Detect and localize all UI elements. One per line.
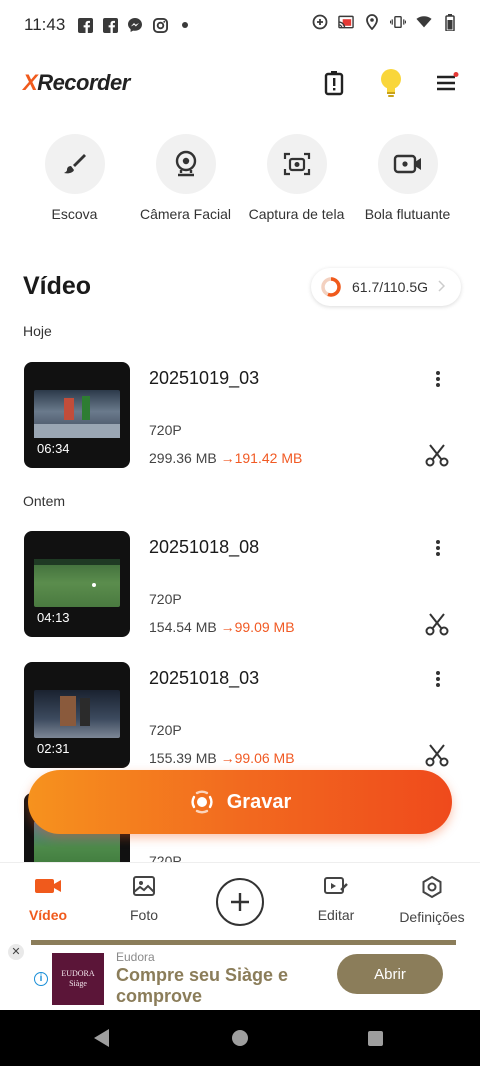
more-options-icon[interactable] xyxy=(428,535,448,561)
notification-icons xyxy=(77,17,193,33)
app-header: XRecorder xyxy=(0,62,480,106)
thumbnail-image xyxy=(34,390,120,438)
screenshot-icon[interactable] xyxy=(266,134,327,194)
bottom-navigation: Vídeo Foto Editar Definições xyxy=(0,862,480,940)
tool-brush[interactable]: Escova xyxy=(19,134,130,222)
system-navigation-bar xyxy=(0,1010,480,1066)
record-label: Gravar xyxy=(226,790,292,813)
messenger-icon xyxy=(127,17,143,33)
video-item[interactable]: 04:13 20251018_08 720P 154.54 MB →99.09 … xyxy=(0,531,480,637)
recent-apps-icon[interactable] xyxy=(368,1031,383,1046)
close-icon[interactable]: ✕ xyxy=(8,944,24,960)
back-icon[interactable] xyxy=(94,1029,109,1047)
facebook-icon xyxy=(102,17,118,33)
video-thumbnail[interactable]: 02:31 xyxy=(24,662,130,768)
video-item[interactable]: 02:31 20251018_03 720P 155.39 MB →99.06 … xyxy=(0,662,480,768)
storage-indicator[interactable]: 61.7/110.5G xyxy=(311,268,461,306)
menu-icon[interactable] xyxy=(432,68,462,98)
ad-open-button[interactable]: Abrir xyxy=(337,954,443,994)
video-name: 20251019_03 xyxy=(149,368,260,388)
storage-text: 61.7/110.5G xyxy=(352,279,429,295)
more-options-icon[interactable] xyxy=(428,366,448,392)
day-label: Ontem xyxy=(23,493,66,509)
nav-video[interactable]: Vídeo xyxy=(8,875,88,923)
photo-icon xyxy=(133,876,155,896)
tool-label: Câmera Facial xyxy=(139,206,232,222)
section-title: Vídeo xyxy=(23,272,92,300)
add-icon[interactable] xyxy=(216,878,264,926)
tool-screenshot[interactable]: Captura de tela xyxy=(241,134,352,222)
nav-settings[interactable]: Definições xyxy=(392,875,472,925)
video-thumbnail[interactable]: 06:34 xyxy=(24,362,130,468)
status-time: 11:43 xyxy=(24,15,66,34)
location-icon xyxy=(364,14,380,30)
data-saver-icon xyxy=(312,14,328,30)
video-size: 155.39 MB →99.06 MB xyxy=(149,750,295,766)
facebook-icon xyxy=(77,17,93,33)
app-logo: XRecorder xyxy=(23,70,130,95)
nav-photo[interactable]: Foto xyxy=(104,875,184,923)
nav-label: Editar xyxy=(317,907,355,923)
video-name: 20251018_03 xyxy=(149,668,260,688)
info-icon[interactable]: i xyxy=(34,972,48,986)
floating-camera-icon[interactable] xyxy=(377,134,438,194)
video-resolution: 720P xyxy=(149,722,182,738)
battery-icon xyxy=(442,13,458,31)
status-bar: 11:43 xyxy=(0,0,480,50)
tool-floating-ball[interactable]: Bola flutuante xyxy=(352,134,463,222)
video-icon xyxy=(35,879,61,893)
video-resolution: 720P xyxy=(149,853,182,862)
more-options-icon[interactable] xyxy=(428,666,448,692)
ad-logo: EUDORA Siàge xyxy=(52,953,104,1005)
storage-ring-icon xyxy=(321,277,341,297)
scissors-icon[interactable] xyxy=(424,742,450,768)
brush-icon[interactable] xyxy=(44,134,105,194)
cast-icon xyxy=(338,14,354,30)
battery-alert-icon[interactable] xyxy=(319,68,349,98)
day-label: Hoje xyxy=(23,323,52,339)
home-icon[interactable] xyxy=(232,1030,248,1046)
vibrate-icon xyxy=(390,14,406,30)
thumbnail-image xyxy=(34,559,120,607)
record-button[interactable]: Gravar xyxy=(28,770,452,834)
video-item[interactable]: 06:34 20251019_03 720P 299.36 MB →191.42… xyxy=(0,362,480,468)
scissors-icon[interactable] xyxy=(424,611,450,637)
video-name: 20251018_08 xyxy=(149,537,260,557)
nav-label: Vídeo xyxy=(28,907,68,923)
tool-label: Escova xyxy=(51,206,98,222)
record-icon xyxy=(191,790,213,814)
tool-facecam[interactable]: Câmera Facial xyxy=(130,134,241,222)
video-resolution: 720P xyxy=(149,591,182,607)
ad-headline: Compre seu Siàge e comprove xyxy=(116,965,289,1006)
ad-banner[interactable]: ✕ i EUDORA Siàge Eudora Compre seu Siàge… xyxy=(0,940,480,1010)
nav-label: Foto xyxy=(129,907,158,923)
wifi-icon xyxy=(416,14,432,30)
quick-tools: Escova Câmera Facial Captura de tela Bol… xyxy=(0,134,480,222)
tool-label: Bola flutuante xyxy=(364,206,451,222)
video-size: 154.54 MB →99.09 MB xyxy=(149,619,295,635)
nav-label: Definições xyxy=(399,909,465,925)
ad-divider xyxy=(31,940,456,945)
video-thumbnail[interactable]: 04:13 xyxy=(24,531,130,637)
scissors-icon[interactable] xyxy=(424,442,450,468)
video-size: 299.36 MB →191.42 MB xyxy=(149,450,303,466)
video-duration: 06:34 xyxy=(37,441,70,456)
video-duration: 02:31 xyxy=(37,741,70,756)
tool-label: Captura de tela xyxy=(248,206,345,222)
video-duration: 04:13 xyxy=(37,610,70,625)
dot-icon xyxy=(177,17,193,33)
video-resolution: 720P xyxy=(149,422,182,438)
nav-edit[interactable]: Editar xyxy=(296,875,376,923)
system-status-icons xyxy=(312,13,458,31)
instagram-icon xyxy=(152,17,168,33)
settings-icon xyxy=(422,875,442,899)
thumbnail-image xyxy=(34,690,120,738)
chevron-right-icon xyxy=(438,279,446,295)
ad-brand: Eudora xyxy=(116,950,155,964)
edit-icon xyxy=(324,877,348,894)
webcam-icon[interactable] xyxy=(155,134,216,194)
bulb-icon[interactable] xyxy=(376,68,406,98)
